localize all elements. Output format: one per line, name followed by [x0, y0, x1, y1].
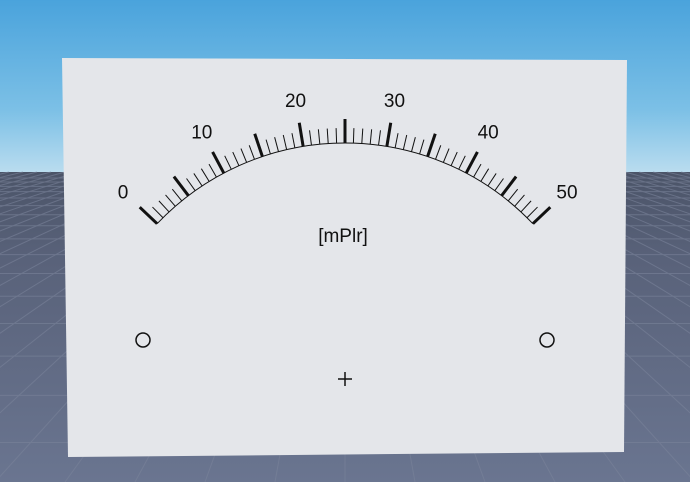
tick-label-40: 40 [478, 123, 499, 144]
tick-label-30: 30 [384, 91, 405, 112]
viewport-scene: 0 10 20 30 40 50 [mPlr] [0, 58, 690, 482]
tick-label-50: 50 [556, 182, 577, 203]
grid-line [666, 171, 690, 179]
meter-panel [62, 58, 627, 457]
tick-label-0: 0 [118, 182, 129, 203]
unit-label: [mPlr] [318, 226, 368, 247]
tick-label-10: 10 [191, 123, 212, 144]
grid-line [0, 171, 24, 179]
tick-label-20: 20 [285, 91, 306, 112]
